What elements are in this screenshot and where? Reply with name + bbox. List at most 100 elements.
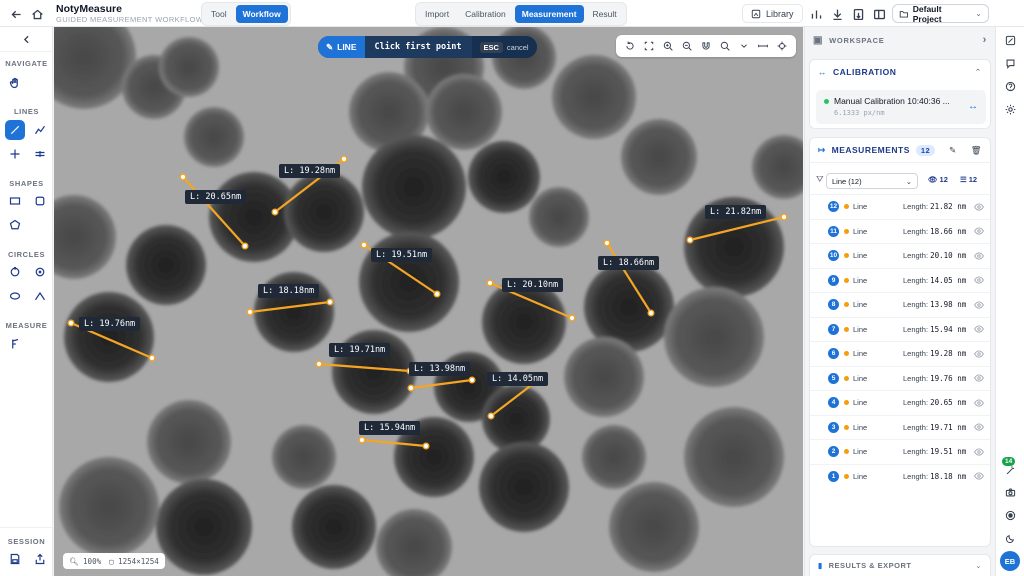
visibility-eye-icon[interactable] xyxy=(974,373,984,383)
mode-tool[interactable]: Tool xyxy=(204,5,234,23)
measurement-label[interactable]: L: 18.18nm xyxy=(258,284,320,298)
measurement-handle[interactable] xyxy=(468,376,476,384)
polyline-tool-icon[interactable] xyxy=(30,120,50,140)
mode-workflow[interactable]: Workflow xyxy=(235,5,288,23)
rectangle-tool-icon[interactable] xyxy=(5,191,25,211)
step-calibration[interactable]: Calibration xyxy=(458,5,513,23)
measurement-handle[interactable] xyxy=(686,236,694,244)
chart-icon[interactable] xyxy=(806,4,826,24)
delete-icon[interactable]: 🗑︎ xyxy=(971,145,982,156)
panel-icon[interactable] xyxy=(869,4,889,24)
edit-note-icon[interactable] xyxy=(1003,33,1017,47)
measurement-row[interactable]: 11 Line Length: 18.66 nm xyxy=(810,218,990,244)
rotate-icon[interactable] xyxy=(623,39,637,53)
calibration-apply-icon[interactable]: ↔ xyxy=(968,101,978,112)
target-icon[interactable] xyxy=(775,39,789,53)
angle-tool-icon[interactable] xyxy=(30,286,50,306)
chevron-down-icon[interactable] xyxy=(737,39,751,53)
line-tool-icon[interactable] xyxy=(5,120,25,140)
visibility-eye-icon[interactable] xyxy=(974,349,984,359)
measurement-handle[interactable] xyxy=(241,242,249,250)
measurement-handle[interactable] xyxy=(179,173,187,181)
visibility-eye-icon[interactable] xyxy=(974,202,984,212)
polygon-tool-icon[interactable] xyxy=(5,215,25,235)
measurement-label[interactable]: L: 19.28nm xyxy=(279,164,341,178)
measurement-handle[interactable] xyxy=(407,384,415,392)
measurement-row[interactable]: 12 Line Length: 21.82 nm xyxy=(810,194,990,219)
measurement-row[interactable]: 2 Line Length: 19.51 nm xyxy=(810,439,990,464)
record-icon[interactable] xyxy=(1003,508,1017,522)
visibility-eye-icon[interactable] xyxy=(974,226,984,236)
library-button[interactable]: Library xyxy=(742,4,803,23)
measurement-handle[interactable] xyxy=(271,208,279,216)
circle-three-point-tool-icon[interactable] xyxy=(5,262,25,282)
measurement-handle[interactable] xyxy=(246,308,254,316)
measurement-handle[interactable] xyxy=(340,155,348,163)
chevron-right-icon[interactable]: › xyxy=(983,34,987,46)
measurement-label[interactable]: L: 19.76nm xyxy=(79,317,141,331)
measurement-handle[interactable] xyxy=(780,213,788,221)
visibility-eye-icon[interactable] xyxy=(974,300,984,310)
settings-gear-icon[interactable] xyxy=(1003,102,1017,116)
list-count[interactable]: ☰ 12 xyxy=(960,175,977,184)
share-icon[interactable] xyxy=(30,549,50,569)
magnifier-icon[interactable] xyxy=(718,39,732,53)
step-result[interactable]: Result xyxy=(586,5,624,23)
zoom-in-icon[interactable] xyxy=(661,39,675,53)
ellipse-tool-icon[interactable] xyxy=(5,286,25,306)
cancel-hint[interactable]: ESC cancel xyxy=(471,36,537,58)
measurement-row[interactable]: 9 Line Length: 14.05 nm xyxy=(810,267,990,293)
visibility-eye-icon[interactable] xyxy=(974,324,984,334)
measurement-handle[interactable] xyxy=(647,309,655,317)
user-avatar[interactable]: EB xyxy=(1000,551,1020,571)
measurement-row[interactable]: 1 Line Length: 18.18 nm xyxy=(810,463,990,489)
measurement-handle[interactable] xyxy=(422,442,430,450)
measurement-label[interactable]: L: 20.10nm xyxy=(502,278,564,292)
chevron-up-icon[interactable]: ⌃ xyxy=(974,67,982,78)
measurement-handle[interactable] xyxy=(360,241,368,249)
measurement-label[interactable]: L: 18.66nm xyxy=(598,256,660,270)
back-arrow-icon[interactable] xyxy=(6,4,26,24)
crosshair-tool-icon[interactable] xyxy=(5,144,25,164)
project-selector[interactable]: Default Project ⌄ xyxy=(892,4,989,24)
calibration-item[interactable]: Manual Calibration 10:40:36 ... 6.1333 p… xyxy=(816,90,986,124)
calibration-header[interactable]: ↔ CALIBRATION ⌃ xyxy=(810,60,990,84)
measurement-row[interactable]: 4 Line Length: 20.65 nm xyxy=(810,390,990,415)
wand-icon[interactable] xyxy=(1003,463,1017,477)
measurement-handle[interactable] xyxy=(315,360,323,368)
home-icon[interactable] xyxy=(27,4,47,24)
measure-ruler-icon[interactable] xyxy=(756,39,770,53)
step-import[interactable]: Import xyxy=(418,5,456,23)
measurement-handle[interactable] xyxy=(486,279,494,287)
measurement-label[interactable]: L: 13.98nm xyxy=(409,362,471,376)
rounded-rectangle-tool-icon[interactable] xyxy=(30,191,50,211)
zoom-out-icon[interactable] xyxy=(680,39,694,53)
measurement-handle[interactable] xyxy=(326,298,334,306)
download-icon[interactable] xyxy=(827,4,847,24)
measurement-handle[interactable] xyxy=(487,412,495,420)
measurement-row[interactable]: 3 Line Length: 19.71 nm xyxy=(810,414,990,440)
magnet-icon[interactable] xyxy=(699,39,713,53)
measurement-label[interactable]: L: 15.94nm xyxy=(359,421,421,435)
measurement-row[interactable]: 8 Line Length: 13.98 nm xyxy=(810,292,990,317)
circle-center-tool-icon[interactable] xyxy=(30,262,50,282)
measurement-row[interactable]: 5 Line Length: 19.76 nm xyxy=(810,365,990,391)
measurement-row[interactable]: 10 Line Length: 20.10 nm xyxy=(810,243,990,268)
visibility-eye-icon[interactable] xyxy=(974,447,984,457)
help-icon[interactable] xyxy=(1003,79,1017,93)
parallel-lines-tool-icon[interactable] xyxy=(30,144,50,164)
visibility-eye-icon[interactable] xyxy=(974,251,984,261)
export-icon[interactable] xyxy=(848,4,868,24)
caliper-tool-icon[interactable] xyxy=(5,334,25,354)
measurement-label[interactable]: L: 19.71nm xyxy=(329,343,391,357)
visibility-eye-icon[interactable] xyxy=(974,398,984,408)
dark-mode-icon[interactable] xyxy=(1003,531,1017,545)
image-viewport[interactable]: L: 20.65nm L: 19.28nm L: 19.51nm L: 18.18nm… xyxy=(54,27,803,576)
visibility-eye-icon[interactable] xyxy=(974,471,984,481)
measurement-label[interactable]: L: 20.65nm xyxy=(185,190,247,204)
save-icon[interactable] xyxy=(5,549,25,569)
results-export-card[interactable]: ▮ RESULTS & EXPORT ⌄ xyxy=(809,554,991,576)
results-export-header[interactable]: ▮ RESULTS & EXPORT ⌄ xyxy=(810,555,990,575)
visible-count[interactable]: 👁︎ 12 xyxy=(928,175,948,184)
edit-icon[interactable]: ✎ xyxy=(949,145,957,156)
